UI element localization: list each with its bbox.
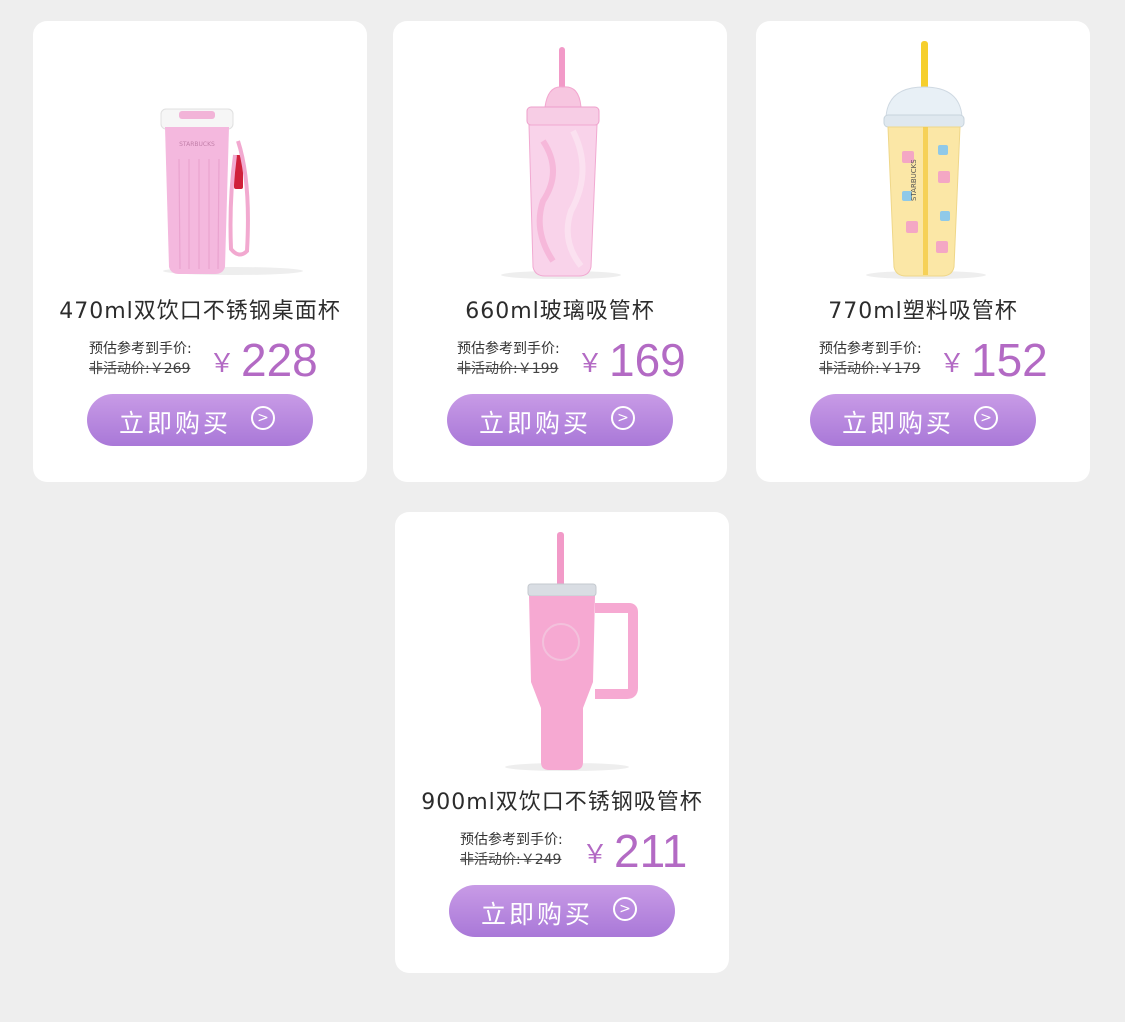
buy-now-label: 立即购买: [481, 900, 594, 929]
buy-now-button[interactable]: 立即购买 >: [449, 885, 675, 937]
product-card[interactable]: 900ml双饮口不锈钢吸管杯 预估参考到手价: 非活动价:￥249 ￥ 211 立…: [395, 512, 729, 973]
pink-stainless-tumbler-image[interactable]: STARBUCKS: [33, 21, 367, 291]
product-card[interactable]: STARBUCKS 470ml双饮口不锈钢桌面杯 预估参考到手价: 非活动价:￥…: [33, 21, 367, 482]
price-row: 预估参考到手价: 非活动价:￥249 ￥ 211: [395, 825, 729, 884]
product-card[interactable]: STARBUCKS 770ml塑料吸管杯 预估参考到手价: 非活动价:￥179 …: [756, 21, 1090, 482]
buy-now-label: 立即购买: [119, 409, 232, 438]
price-labels: 预估参考到手价: 非活动价:￥249: [460, 830, 563, 870]
product-card[interactable]: 660ml玻璃吸管杯 预估参考到手价: 非活动价:￥199 ￥ 169 立即购买 …: [393, 21, 727, 482]
estimated-price-label: 预估参考到手价:: [457, 341, 560, 357]
sale-price: ￥ 152: [939, 333, 1048, 387]
price-row: 预估参考到手价: 非活动价:￥179 ￥ 152: [756, 334, 1090, 393]
chevron-right-circle-icon: >: [613, 897, 637, 921]
yellow-plastic-straw-cup-image[interactable]: STARBUCKS: [756, 21, 1090, 291]
original-price: 非活动价:￥179: [819, 361, 921, 377]
currency-symbol: ￥: [582, 840, 609, 870]
price-labels: 预估参考到手价: 非活动价:￥269: [89, 339, 192, 379]
product-title: 470ml双饮口不锈钢桌面杯: [59, 299, 341, 324]
sale-price: ￥ 211: [582, 824, 687, 878]
original-price: 非活动价:￥269: [89, 361, 191, 377]
chevron-right-circle-icon: >: [251, 406, 275, 430]
sale-price: ￥ 228: [209, 333, 318, 387]
chevron-right-circle-icon: >: [974, 406, 998, 430]
price-labels: 预估参考到手价: 非活动价:￥199: [457, 339, 560, 379]
buy-now-button[interactable]: 立即购买 >: [447, 394, 673, 446]
estimated-price-label: 预估参考到手价:: [89, 341, 192, 357]
currency-symbol: ￥: [939, 349, 966, 379]
product-title: 660ml玻璃吸管杯: [465, 299, 655, 324]
chevron-right-circle-icon: >: [611, 406, 635, 430]
currency-symbol: ￥: [577, 349, 604, 379]
original-price: 非活动价:￥249: [460, 852, 562, 868]
svg-text:STARBUCKS: STARBUCKS: [910, 159, 918, 201]
pink-glass-straw-cup-image[interactable]: [393, 21, 727, 291]
estimated-price-label: 预估参考到手价:: [460, 832, 563, 848]
price-value: 211: [614, 825, 688, 877]
buy-now-button[interactable]: 立即购买 >: [810, 394, 1036, 446]
product-title: 770ml塑料吸管杯: [828, 299, 1018, 324]
buy-now-label: 立即购买: [479, 409, 592, 438]
price-value: 169: [609, 334, 686, 386]
pink-stainless-handle-tumbler-image[interactable]: [395, 512, 729, 782]
svg-text:STARBUCKS: STARBUCKS: [179, 141, 215, 148]
original-price: 非活动价:￥199: [457, 361, 559, 377]
buy-now-button[interactable]: 立即购买 >: [87, 394, 313, 446]
estimated-price-label: 预估参考到手价:: [819, 341, 922, 357]
price-labels: 预估参考到手价: 非活动价:￥179: [819, 339, 922, 379]
price-value: 152: [971, 334, 1048, 386]
price-value: 228: [241, 334, 318, 386]
currency-symbol: ￥: [209, 349, 236, 379]
price-row: 预估参考到手价: 非活动价:￥269 ￥ 228: [33, 334, 367, 393]
price-row: 预估参考到手价: 非活动价:￥199 ￥ 169: [393, 334, 727, 393]
product-title: 900ml双饮口不锈钢吸管杯: [421, 790, 703, 815]
buy-now-label: 立即购买: [842, 409, 955, 438]
sale-price: ￥ 169: [577, 333, 686, 387]
